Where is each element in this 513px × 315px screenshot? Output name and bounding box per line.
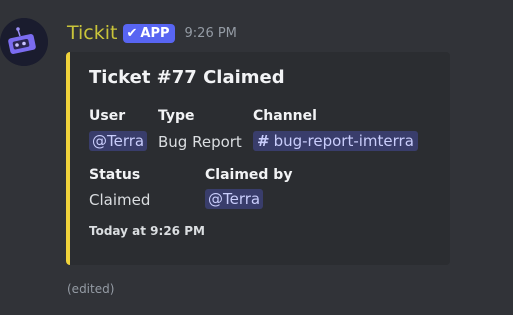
ticket-embed: Ticket #77 Claimed User @Terra Type Bug … bbox=[66, 52, 450, 265]
author-name[interactable]: Tickit bbox=[67, 22, 117, 44]
field-name-claimed-by: Claimed by bbox=[205, 167, 293, 183]
field-value-claimed-by: @Terra bbox=[205, 189, 264, 209]
message-timestamp[interactable]: 9:26 PM bbox=[185, 26, 237, 41]
bot-avatar[interactable] bbox=[0, 18, 48, 66]
field-value-status: Claimed bbox=[89, 191, 151, 209]
field-name-type: Type bbox=[158, 108, 195, 124]
embed-footer: Today at 9:26 PM bbox=[89, 224, 205, 238]
field-name-channel: Channel bbox=[253, 108, 317, 124]
field-name-status: Status bbox=[89, 167, 141, 183]
edited-label: (edited) bbox=[67, 282, 115, 296]
channel-mention-label: bug-report-imterra bbox=[273, 132, 414, 150]
app-badge-label: APP bbox=[140, 25, 170, 41]
channel-mention[interactable]: # bug-report-imterra bbox=[253, 131, 418, 151]
field-name-user: User bbox=[89, 108, 126, 124]
claimed-by-mention[interactable]: @Terra bbox=[205, 189, 264, 209]
message-header: Tickit ✔ APP 9:26 PM bbox=[67, 21, 237, 45]
robot-ticket-icon bbox=[0, 18, 48, 66]
user-mention[interactable]: @Terra bbox=[89, 131, 148, 151]
channel-hash-icon: # bbox=[257, 132, 270, 150]
checkmark-icon: ✔ bbox=[126, 25, 138, 41]
field-value-channel: # bug-report-imterra bbox=[253, 131, 418, 151]
app-badge: ✔ APP bbox=[123, 23, 175, 43]
field-value-type: Bug Report bbox=[158, 133, 242, 151]
embed-title: Ticket #77 Claimed bbox=[89, 67, 285, 88]
field-value-user: @Terra bbox=[89, 131, 148, 151]
